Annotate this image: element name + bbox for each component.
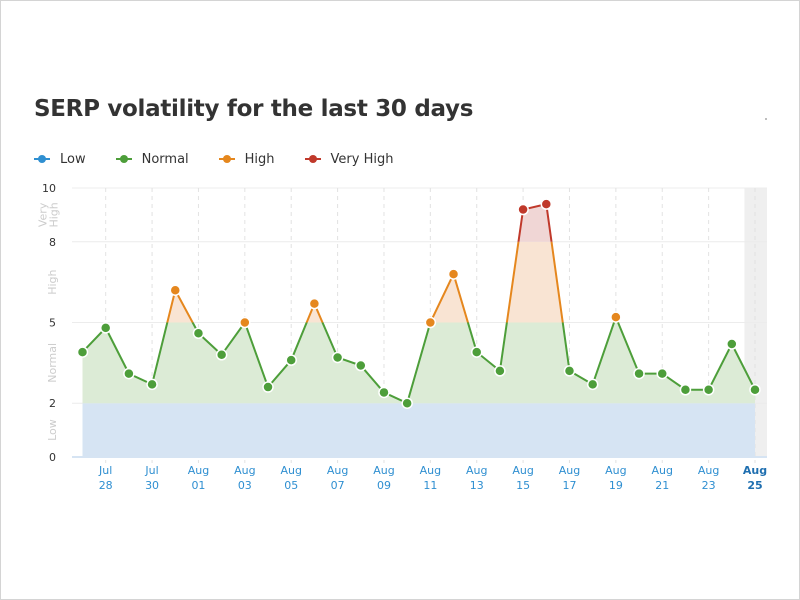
x-tick-label-day: 21 bbox=[655, 479, 669, 492]
y-tick-label: 8 bbox=[49, 236, 56, 249]
data-point[interactable] bbox=[285, 354, 297, 366]
data-point[interactable] bbox=[308, 297, 321, 310]
x-tick-label-day: 25 bbox=[747, 479, 762, 492]
x-tick-label-month: Aug bbox=[743, 464, 767, 477]
x-tick-label-month: Aug bbox=[651, 464, 672, 477]
x-tick-label-month: Aug bbox=[234, 464, 255, 477]
data-point[interactable] bbox=[331, 351, 344, 364]
x-tick-label-month: Aug bbox=[605, 464, 626, 477]
y-tick-label: 2 bbox=[49, 397, 56, 410]
data-point[interactable] bbox=[215, 349, 228, 361]
data-point[interactable] bbox=[146, 378, 158, 391]
y-tick-label: 0 bbox=[49, 451, 56, 464]
y-tick-label: 5 bbox=[49, 317, 56, 330]
x-tick-label-month: Aug bbox=[698, 464, 719, 477]
data-point[interactable] bbox=[586, 378, 599, 391]
x-tick-label-month: Jul bbox=[98, 464, 112, 477]
x-tick-label-month: Aug bbox=[512, 464, 533, 477]
x-tick-label-month: Aug bbox=[466, 464, 487, 477]
x-tick-label-day: 05 bbox=[284, 479, 298, 492]
x-tick-label-day: 19 bbox=[609, 479, 623, 492]
x-tick-label-day: 23 bbox=[702, 479, 716, 492]
data-point[interactable] bbox=[76, 346, 89, 358]
data-point[interactable] bbox=[633, 367, 645, 380]
zone-label-text: Low bbox=[46, 419, 59, 441]
y-tick-label: 10 bbox=[42, 182, 56, 195]
data-point[interactable] bbox=[262, 381, 274, 393]
data-point[interactable] bbox=[192, 327, 205, 340]
data-point[interactable] bbox=[99, 322, 112, 334]
x-tick-label-day: 01 bbox=[191, 479, 205, 492]
data-point[interactable] bbox=[123, 367, 135, 380]
data-point[interactable] bbox=[470, 346, 483, 358]
x-tick-label-day: 13 bbox=[470, 479, 484, 492]
x-tick-label-day: 11 bbox=[423, 479, 437, 492]
data-point[interactable] bbox=[494, 365, 506, 377]
x-tick-label-day: 07 bbox=[331, 479, 345, 492]
data-point[interactable] bbox=[749, 384, 761, 396]
x-tick-label-month: Jul bbox=[144, 464, 158, 477]
data-point[interactable] bbox=[517, 203, 529, 216]
x-tick-label-month: Aug bbox=[559, 464, 580, 477]
data-point[interactable] bbox=[702, 384, 715, 396]
data-point[interactable] bbox=[424, 316, 437, 329]
zone-label-text: Normal bbox=[46, 343, 59, 383]
x-tick-label-day: 17 bbox=[562, 479, 576, 492]
zone-label-text: High bbox=[46, 269, 59, 294]
x-tick-label-day: 03 bbox=[238, 479, 252, 492]
data-point[interactable] bbox=[540, 198, 553, 210]
x-tick-label-day: 09 bbox=[377, 479, 391, 492]
data-point[interactable] bbox=[378, 386, 390, 399]
x-tick-label-day: 30 bbox=[145, 479, 159, 492]
volatility-chart: 025810LowNormalHighVeryHighJul28Jul30Aug… bbox=[37, 182, 768, 492]
zone-label-text: High bbox=[48, 202, 61, 227]
data-point[interactable] bbox=[169, 284, 182, 296]
x-tick-label-day: 15 bbox=[516, 479, 530, 492]
data-point[interactable] bbox=[679, 384, 692, 396]
data-point[interactable] bbox=[610, 311, 622, 323]
data-point[interactable] bbox=[401, 397, 413, 409]
x-tick-label-month: Aug bbox=[280, 464, 301, 477]
x-tick-label-month: Aug bbox=[420, 464, 441, 477]
x-tick-label-day: 28 bbox=[99, 479, 113, 492]
zone-label-normal: Normal bbox=[46, 343, 59, 383]
data-point[interactable] bbox=[656, 367, 668, 380]
zone-label-very-high: VeryHigh bbox=[37, 202, 61, 227]
data-point[interactable] bbox=[355, 359, 367, 372]
x-tick-label-month: Aug bbox=[373, 464, 394, 477]
x-tick-label-month: Aug bbox=[188, 464, 209, 477]
data-point[interactable] bbox=[239, 316, 251, 329]
data-point[interactable] bbox=[563, 365, 576, 377]
zone-label-high: High bbox=[46, 269, 59, 294]
zone-label-low: Low bbox=[46, 419, 59, 441]
x-tick-label-month: Aug bbox=[327, 464, 348, 477]
data-point[interactable] bbox=[726, 338, 738, 350]
data-point[interactable] bbox=[447, 268, 460, 280]
